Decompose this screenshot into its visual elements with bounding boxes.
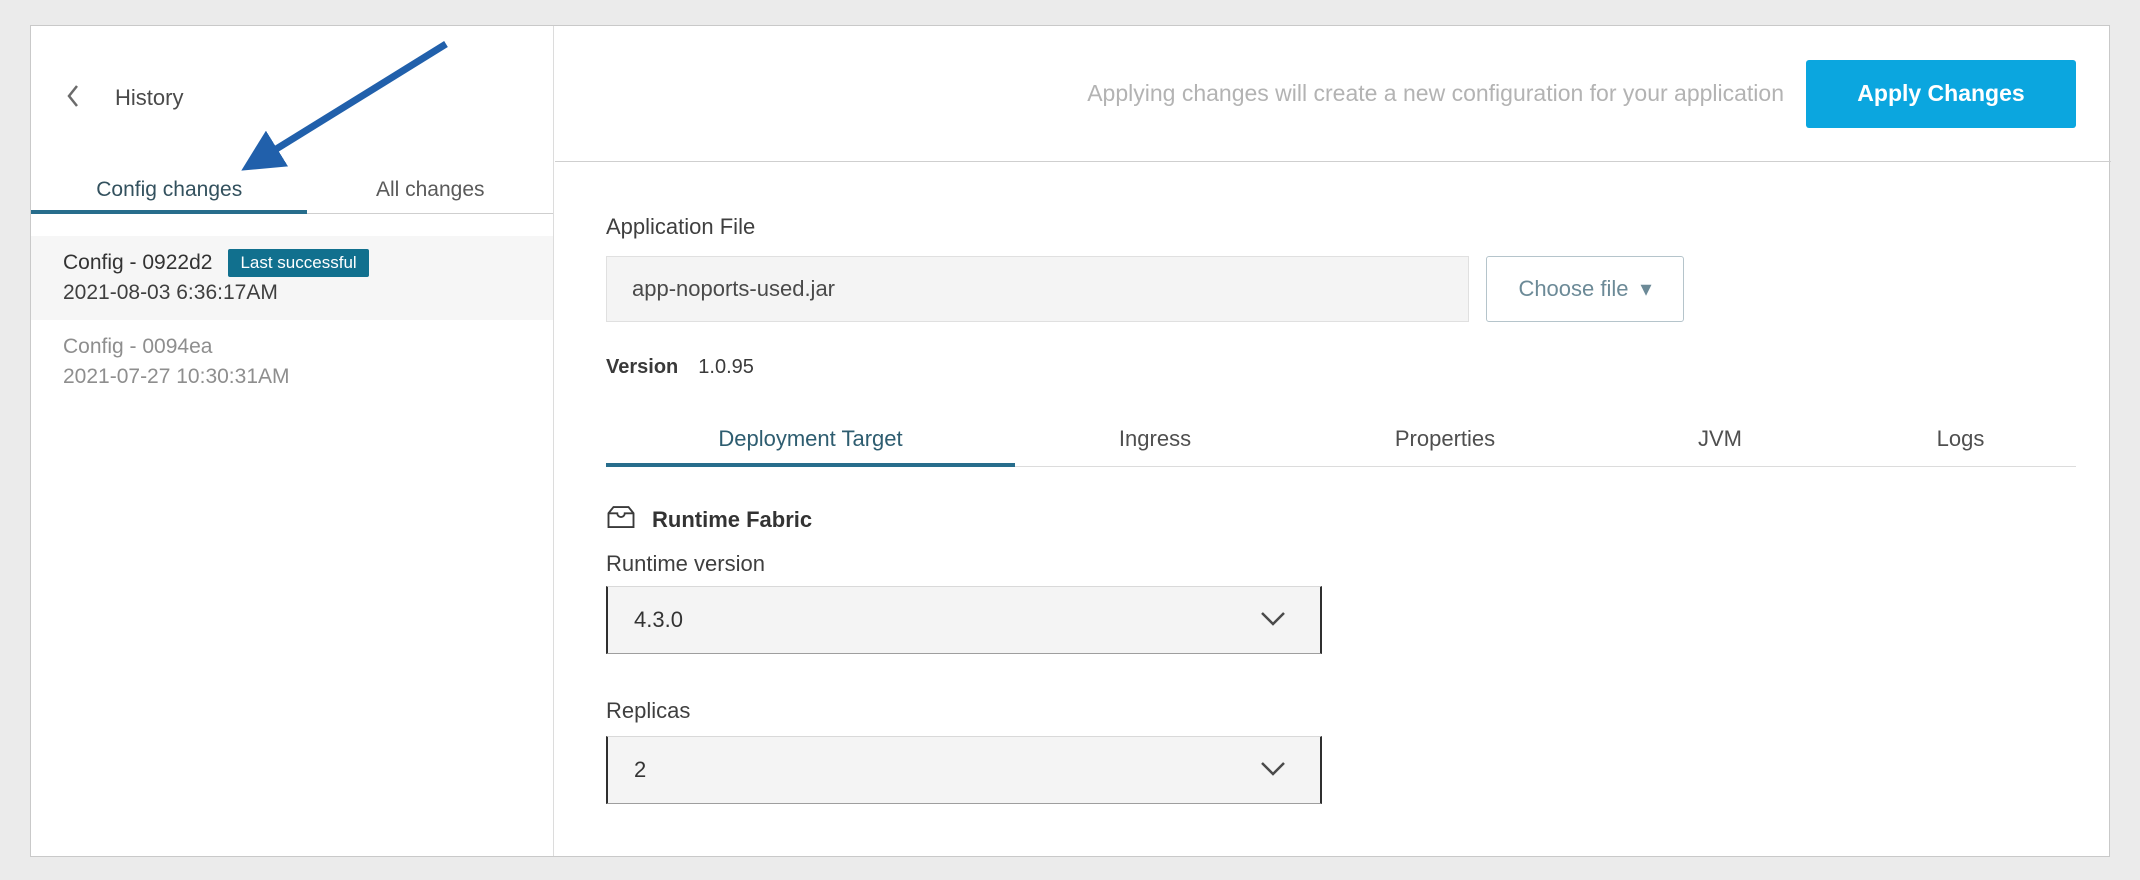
config-timestamp: 2021-08-03 6:36:17AM: [63, 281, 278, 305]
version-value: 1.0.95: [698, 356, 754, 379]
history-sidebar: History Config changes All changes Confi…: [31, 26, 554, 856]
caret-down-icon: ▾: [1641, 276, 1652, 302]
version-label: Version: [606, 356, 678, 379]
config-timestamp: 2021-07-27 10:30:31AM: [63, 365, 290, 389]
version-row: Version 1.0.95: [606, 356, 754, 379]
file-row: app-noports-used.jar Choose file ▾: [606, 256, 1684, 322]
history-list: Config - 0922d2 Last successful 2021-08-…: [31, 236, 553, 404]
replicas-select[interactable]: 2: [606, 736, 1322, 804]
chevron-left-icon: [65, 82, 81, 115]
chevron-down-icon: [1260, 607, 1286, 633]
application-file-label: Application File: [606, 214, 755, 240]
replicas-value: 2: [634, 757, 646, 783]
config-name: Config - 0094ea: [63, 335, 212, 359]
application-file-input[interactable]: app-noports-used.jar: [606, 256, 1469, 322]
tab-logs[interactable]: Logs: [1845, 411, 2076, 466]
replicas-label: Replicas: [606, 698, 690, 724]
settings-tabs: Deployment Target Ingress Properties JVM…: [606, 411, 2076, 467]
choose-file-label: Choose file: [1518, 276, 1628, 302]
runtime-fabric-title-row: Runtime Fabric: [606, 504, 812, 536]
status-badge: Last successful: [228, 249, 368, 277]
config-name: Config - 0922d2: [63, 251, 212, 275]
tab-properties[interactable]: Properties: [1295, 411, 1595, 466]
main-panel: Applying changes will create a new confi…: [555, 26, 2111, 856]
runtime-version-label: Runtime version: [606, 551, 765, 577]
tab-config-changes[interactable]: Config changes: [31, 166, 307, 213]
history-tabs: Config changes All changes: [31, 166, 553, 214]
chevron-down-icon: [1260, 757, 1286, 783]
history-title: History: [115, 85, 183, 111]
runtime-version-select[interactable]: 4.3.0: [606, 586, 1322, 654]
tab-deployment-target[interactable]: Deployment Target: [606, 411, 1015, 466]
apply-notice-text: Applying changes will create a new confi…: [1087, 80, 1784, 107]
choose-file-button[interactable]: Choose file ▾: [1486, 256, 1684, 322]
list-item[interactable]: Config - 0922d2 Last successful 2021-08-…: [31, 236, 553, 320]
runtime-fabric-icon: [606, 504, 636, 536]
tab-ingress[interactable]: Ingress: [1015, 411, 1295, 466]
tab-jvm[interactable]: JVM: [1595, 411, 1845, 466]
runtime-version-value: 4.3.0: [634, 607, 683, 633]
app-window: History Config changes All changes Confi…: [30, 25, 2110, 857]
main-header: Applying changes will create a new confi…: [555, 26, 2111, 162]
back-button[interactable]: [65, 82, 81, 115]
apply-changes-button[interactable]: Apply Changes: [1806, 60, 2076, 128]
history-header: History: [65, 78, 183, 118]
runtime-fabric-title: Runtime Fabric: [652, 507, 812, 533]
tab-all-changes[interactable]: All changes: [307, 166, 553, 213]
list-item[interactable]: Config - 0094ea 2021-07-27 10:30:31AM: [31, 320, 553, 404]
